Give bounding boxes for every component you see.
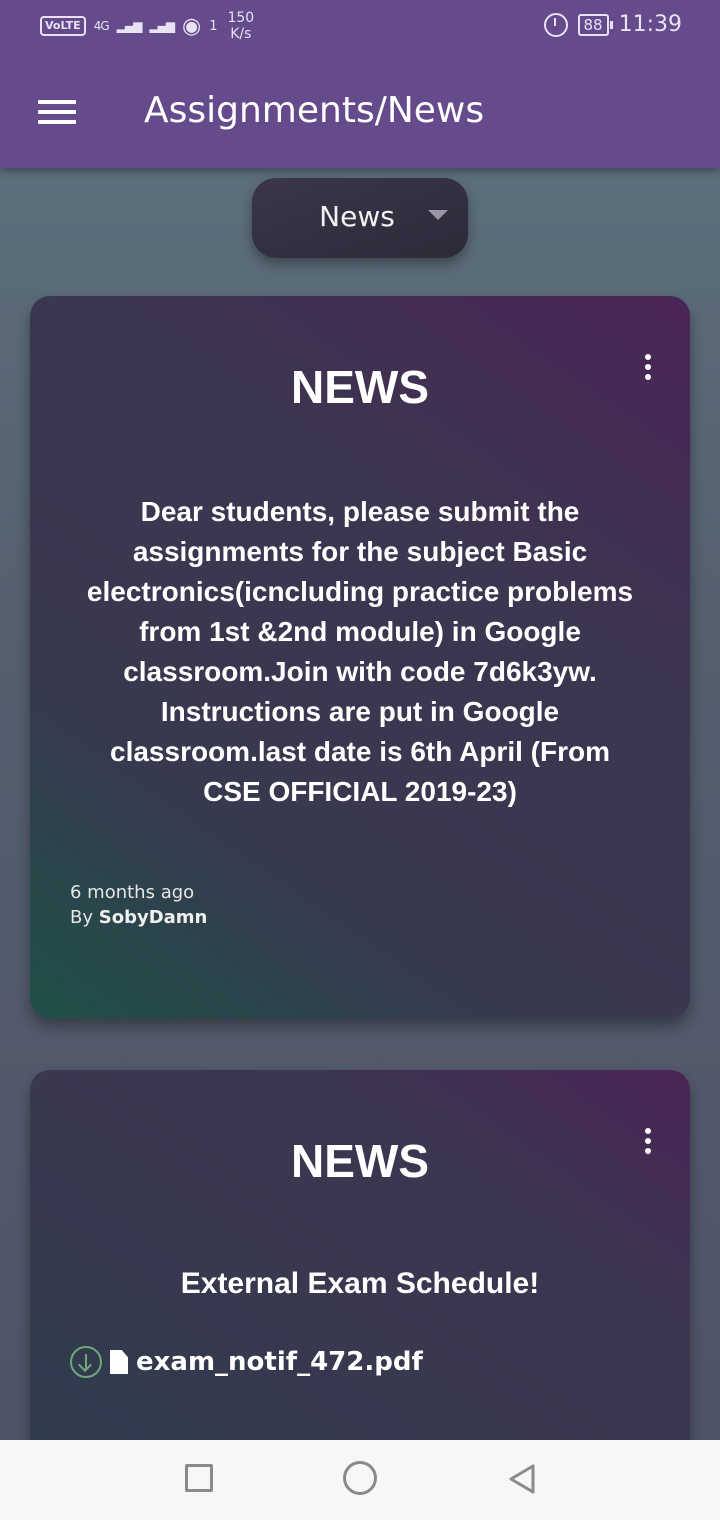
net-speed-unit: K/s (230, 26, 252, 42)
home-button[interactable] (343, 1461, 377, 1495)
card-title: NEWS (291, 361, 429, 413)
net-speed: 150 K/s (227, 10, 254, 42)
card-meta: 6 months ago By SobyDamn (70, 880, 207, 930)
attachment-filename[interactable]: exam_notif_472.pdf (136, 1347, 423, 1377)
top-bar: VoLTE 4G ▂▄▆ ▂▄▆ ◉ 1 150 K/s 88 11:39 As… (0, 0, 720, 168)
app-bar: Assignments/News (0, 56, 720, 168)
news-card[interactable]: NEWS External Exam Schedule! exam_notif_… (30, 1070, 690, 1490)
page-title: Assignments/News (144, 90, 485, 131)
menu-icon[interactable] (38, 98, 76, 126)
more-options-icon[interactable] (642, 354, 654, 384)
card-title: NEWS (291, 1135, 429, 1187)
hotspot-count: 1 (209, 18, 218, 34)
attachment-link[interactable]: exam_notif_472.pdf (70, 1346, 423, 1378)
recents-button[interactable] (185, 1464, 213, 1492)
hotspot-icon: ◉ (182, 13, 202, 39)
net-speed-value: 150 (227, 10, 255, 26)
signal-strength-icon-2: ▂▄▆ (149, 19, 175, 33)
signal-strength-icon: ▂▄▆ (116, 19, 143, 33)
author-name: SobyDamn (98, 907, 208, 928)
alarm-icon (543, 12, 568, 37)
file-icon (110, 1350, 128, 1374)
status-bar: VoLTE 4G ▂▄▆ ▂▄▆ ◉ 1 150 K/s 88 11:39 (0, 0, 720, 56)
author-line: By SobyDamn (70, 905, 207, 930)
time-ago: 6 months ago (70, 882, 195, 903)
card-body: External Exam Schedule! (180, 1267, 540, 1300)
card-body: Dear students, please submit the assignm… (86, 496, 634, 807)
category-dropdown[interactable]: News (252, 178, 468, 258)
system-nav-bar (0, 1440, 720, 1520)
more-options-icon[interactable] (642, 1128, 654, 1158)
volte-indicator: VoLTE (40, 16, 86, 36)
battery-icon: 88 (577, 13, 613, 36)
news-card[interactable]: NEWS Dear students, please submit the as… (30, 296, 690, 1018)
download-icon[interactable] (70, 1346, 102, 1378)
network-4g-label: 4G (93, 19, 110, 33)
clock: 11:39 (618, 12, 682, 37)
back-button[interactable] (505, 1462, 539, 1496)
by-prefix: By (70, 907, 94, 928)
chevron-down-icon (428, 210, 448, 220)
